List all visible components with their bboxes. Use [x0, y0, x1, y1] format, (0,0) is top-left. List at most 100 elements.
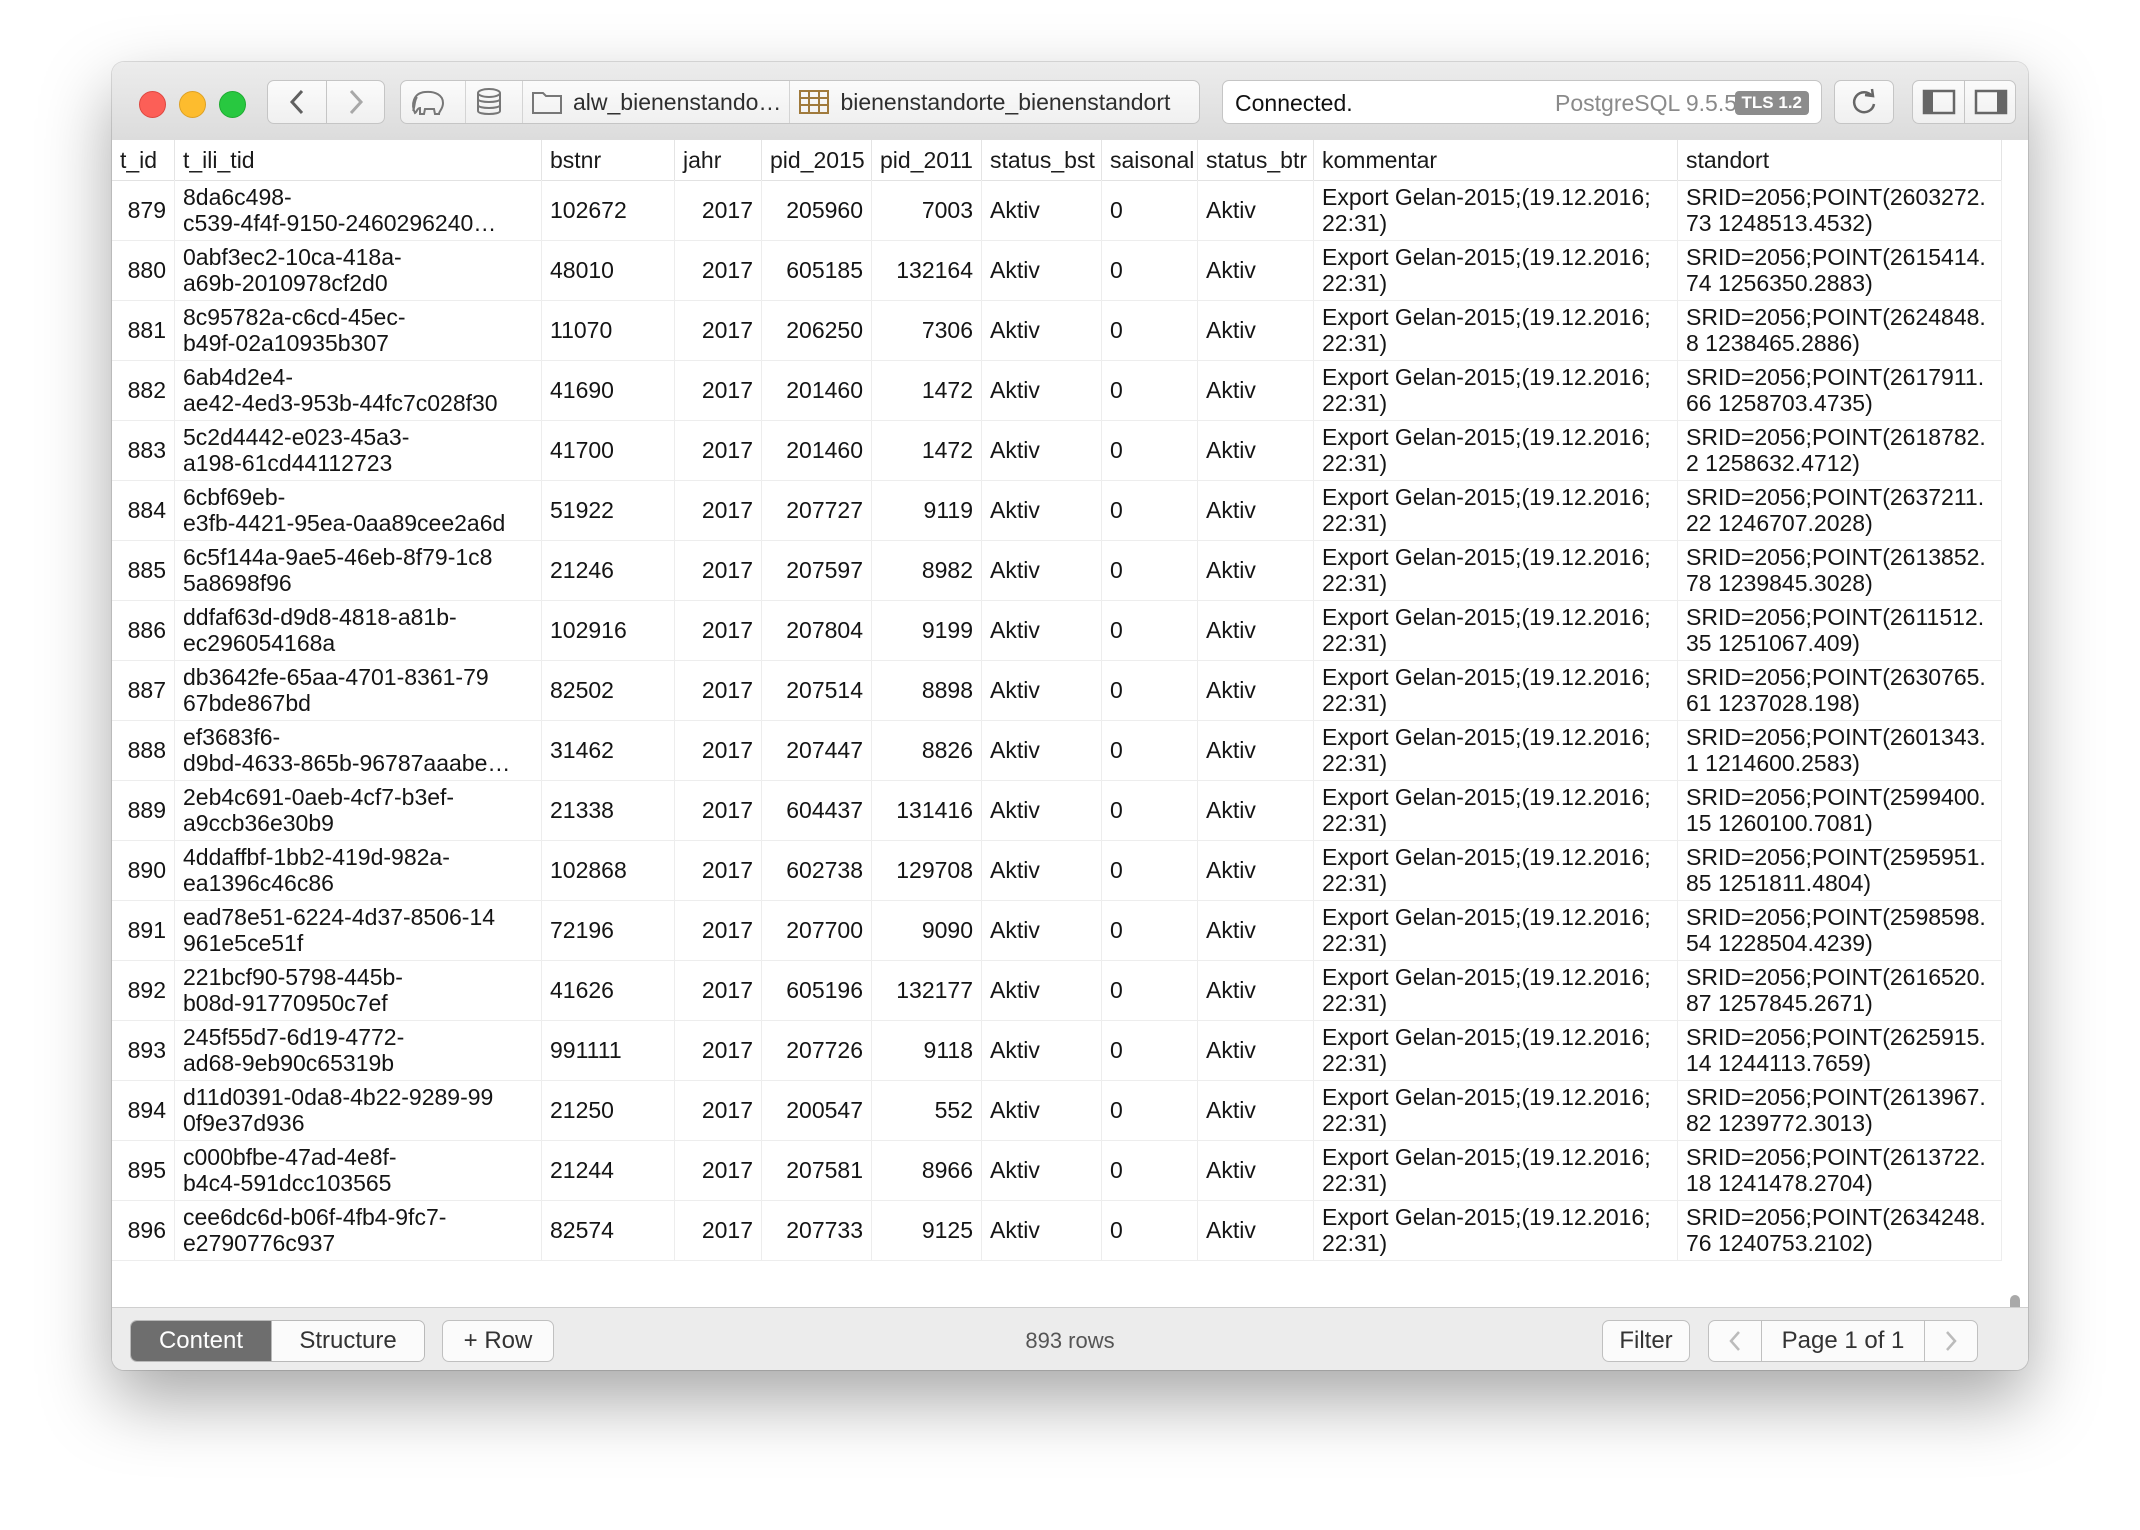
toggle-left-pane-button[interactable]	[1913, 81, 1965, 123]
cell-kommentar[interactable]: Export Gelan-2015;(19.12.2016; 22:31)	[1314, 660, 1678, 720]
cell-saisonal[interactable]: 0	[1102, 480, 1198, 540]
cell-status-btr[interactable]: Aktiv	[1198, 240, 1314, 300]
cell-t-id[interactable]: 891	[112, 900, 175, 960]
cell-saisonal[interactable]: 0	[1102, 540, 1198, 600]
cell-standort[interactable]: SRID=2056;POINT(2615414. 74 1256350.2883)	[1678, 240, 2002, 300]
toggle-right-pane-button[interactable]	[1965, 81, 2016, 123]
table-row[interactable]: 892 221bcf90-5798-445b-b08d-91770950c7ef 4…	[112, 960, 2002, 1021]
cell-bstnr[interactable]: 21250	[542, 1080, 675, 1140]
cell-jahr[interactable]: 2017	[675, 180, 762, 240]
cell-status-bst[interactable]: Aktiv	[982, 1200, 1102, 1260]
cell-pid-2015[interactable]: 207581	[762, 1140, 872, 1200]
cell-t-ili-tid[interactable]: ddfaf63d-d9d8-4818-a81b-ec296054168a	[175, 600, 542, 660]
cell-kommentar[interactable]: Export Gelan-2015;(19.12.2016; 22:31)	[1314, 900, 1678, 960]
cell-status-bst[interactable]: Aktiv	[982, 240, 1102, 300]
table-row[interactable]: 883 5c2d4442-e023-45a3- a198-61cd44112723 4…	[112, 420, 2002, 481]
cell-pid-2015[interactable]: 206250	[762, 300, 872, 360]
zoom-window-button[interactable]	[219, 91, 246, 118]
cell-kommentar[interactable]: Export Gelan-2015;(19.12.2016; 22:31)	[1314, 780, 1678, 840]
breadcrumb-table[interactable]: bienenstandorte_bienenstandort	[789, 81, 1178, 123]
cell-t-id[interactable]: 890	[112, 840, 175, 900]
cell-standort[interactable]: SRID=2056;POINT(2617911. 66 1258703.4735)	[1678, 360, 2002, 420]
cell-t-id[interactable]: 892	[112, 960, 175, 1020]
cell-status-btr[interactable]: Aktiv	[1198, 360, 1314, 420]
forward-button[interactable]	[327, 81, 385, 123]
cell-kommentar[interactable]: Export Gelan-2015;(19.12.2016; 22:31)	[1314, 600, 1678, 660]
column-header-jahr[interactable]: jahr	[675, 140, 762, 180]
cell-t-ili-tid[interactable]: 245f55d7-6d19-4772- ad68-9eb90c65319b	[175, 1020, 542, 1080]
cell-bstnr[interactable]: 991111	[542, 1020, 675, 1080]
cell-t-id[interactable]: 881	[112, 300, 175, 360]
cell-pid-2011[interactable]: 8826	[872, 720, 982, 780]
column-header-bstnr[interactable]: bstnr	[542, 140, 675, 180]
cell-t-ili-tid[interactable]: 221bcf90-5798-445b-b08d-91770950c7ef	[175, 960, 542, 1020]
cell-t-id[interactable]: 885	[112, 540, 175, 600]
cell-pid-2015[interactable]: 207700	[762, 900, 872, 960]
table-row[interactable]: 891 ead78e51-6224-4d37-8506-14 961e5ce51f 7…	[112, 900, 2002, 961]
column-header-status-btr[interactable]: status_btr	[1198, 140, 1314, 180]
cell-standort[interactable]: SRID=2056;POINT(2601343. 1 1214600.2583)	[1678, 720, 2002, 780]
cell-status-bst[interactable]: Aktiv	[982, 840, 1102, 900]
cell-pid-2011[interactable]: 8898	[872, 660, 982, 720]
cell-status-bst[interactable]: Aktiv	[982, 180, 1102, 240]
cell-kommentar[interactable]: Export Gelan-2015;(19.12.2016; 22:31)	[1314, 960, 1678, 1020]
cell-status-bst[interactable]: Aktiv	[982, 300, 1102, 360]
cell-bstnr[interactable]: 21338	[542, 780, 675, 840]
cell-status-btr[interactable]: Aktiv	[1198, 1080, 1314, 1140]
cell-status-bst[interactable]: Aktiv	[982, 660, 1102, 720]
table-row[interactable]: 880 0abf3ec2-10ca-418a-a69b-2010978cf2d0 4…	[112, 240, 2002, 301]
cell-kommentar[interactable]: Export Gelan-2015;(19.12.2016; 22:31)	[1314, 1080, 1678, 1140]
cell-bstnr[interactable]: 11070	[542, 300, 675, 360]
cell-status-btr[interactable]: Aktiv	[1198, 1140, 1314, 1200]
cell-bstnr[interactable]: 41690	[542, 360, 675, 420]
cell-saisonal[interactable]: 0	[1102, 900, 1198, 960]
next-page-button[interactable]	[1924, 1321, 1977, 1361]
table-row[interactable]: 895 c000bfbe-47ad-4e8f-b4c4-591dcc103565 2…	[112, 1140, 2002, 1201]
cell-pid-2011[interactable]: 7003	[872, 180, 982, 240]
cell-bstnr[interactable]: 82502	[542, 660, 675, 720]
cell-bstnr[interactable]: 41626	[542, 960, 675, 1020]
cell-pid-2011[interactable]: 9119	[872, 480, 982, 540]
cell-kommentar[interactable]: Export Gelan-2015;(19.12.2016; 22:31)	[1314, 840, 1678, 900]
cell-pid-2011[interactable]: 9090	[872, 900, 982, 960]
cell-bstnr[interactable]: 48010	[542, 240, 675, 300]
cell-status-btr[interactable]: Aktiv	[1198, 660, 1314, 720]
cell-standort[interactable]: SRID=2056;POINT(2634248. 76 1240753.2102)	[1678, 1200, 2002, 1260]
cell-saisonal[interactable]: 0	[1102, 660, 1198, 720]
cell-status-bst[interactable]: Aktiv	[982, 1140, 1102, 1200]
cell-status-bst[interactable]: Aktiv	[982, 960, 1102, 1020]
cell-jahr[interactable]: 2017	[675, 1140, 762, 1200]
cell-standort[interactable]: SRID=2056;POINT(2598598. 54 1228504.4239)	[1678, 900, 2002, 960]
minimize-window-button[interactable]	[179, 91, 206, 118]
cell-t-id[interactable]: 880	[112, 240, 175, 300]
cell-standort[interactable]: SRID=2056;POINT(2613967. 82 1239772.3013)	[1678, 1080, 2002, 1140]
cell-pid-2011[interactable]: 7306	[872, 300, 982, 360]
cell-kommentar[interactable]: Export Gelan-2015;(19.12.2016; 22:31)	[1314, 1020, 1678, 1080]
cell-pid-2015[interactable]: 207733	[762, 1200, 872, 1260]
cell-jahr[interactable]: 2017	[675, 600, 762, 660]
cell-t-id[interactable]: 883	[112, 420, 175, 480]
cell-status-bst[interactable]: Aktiv	[982, 1020, 1102, 1080]
cell-pid-2011[interactable]: 552	[872, 1080, 982, 1140]
cell-status-bst[interactable]: Aktiv	[982, 600, 1102, 660]
cell-jahr[interactable]: 2017	[675, 480, 762, 540]
back-button[interactable]	[268, 81, 327, 123]
cell-status-bst[interactable]: Aktiv	[982, 1080, 1102, 1140]
cell-status-btr[interactable]: Aktiv	[1198, 480, 1314, 540]
cell-pid-2011[interactable]: 131416	[872, 780, 982, 840]
cell-saisonal[interactable]: 0	[1102, 600, 1198, 660]
cell-bstnr[interactable]: 51922	[542, 480, 675, 540]
cell-t-id[interactable]: 879	[112, 180, 175, 240]
table-row[interactable]: 894 d11d0391-0da8-4b22-9289-99 0f9e37d936 2…	[112, 1080, 2002, 1141]
cell-saisonal[interactable]: 0	[1102, 300, 1198, 360]
column-header-t-id[interactable]: t_id	[112, 140, 175, 180]
cell-pid-2011[interactable]: 8966	[872, 1140, 982, 1200]
table-body[interactable]: dc14-4ec7-833c-7e8fceb354…22:31)55 12211…	[112, 180, 2002, 1295]
cell-pid-2015[interactable]: 207597	[762, 540, 872, 600]
cell-standort[interactable]: SRID=2056;POINT(2603272. 73 1248513.4532)	[1678, 180, 2002, 240]
cell-t-ili-tid[interactable]: cee6dc6d-b06f-4fb4-9fc7- e2790776c937	[175, 1200, 542, 1260]
cell-standort[interactable]: SRID=2056;POINT(2613722. 18 1241478.2704)	[1678, 1140, 2002, 1200]
cell-pid-2015[interactable]: 207726	[762, 1020, 872, 1080]
cell-t-id[interactable]: 889	[112, 780, 175, 840]
cell-t-ili-tid[interactable]: 0abf3ec2-10ca-418a-a69b-2010978cf2d0	[175, 240, 542, 300]
